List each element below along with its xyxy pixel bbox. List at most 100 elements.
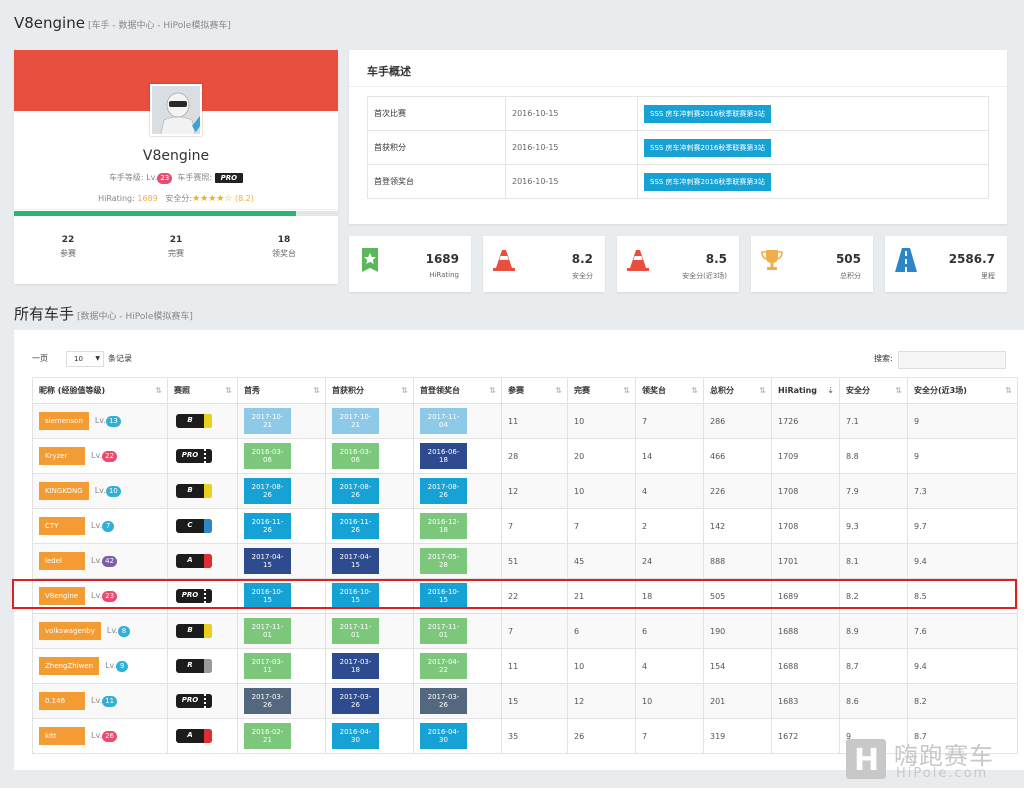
- date-cell: 2016-12-18: [413, 508, 502, 544]
- race-date-button[interactable]: 2017-08-26: [420, 478, 467, 504]
- sort-icon[interactable]: ⇅: [225, 386, 232, 395]
- search-input[interactable]: [898, 351, 1006, 369]
- driver-name-button[interactable]: ledel: [39, 552, 85, 570]
- table-row[interactable]: 0.146 Lv. 11 PRO 2017-03-26 2017-03-26 2017-03…: [32, 683, 1018, 719]
- driver-name-button[interactable]: CTY: [39, 517, 85, 535]
- stat-cell: 7.1: [839, 403, 908, 439]
- race-date-button[interactable]: 2016-11-26: [244, 513, 291, 539]
- race-date-button[interactable]: 2017-08-26: [244, 478, 291, 504]
- race-date-button[interactable]: 2016-11-26: [332, 513, 379, 539]
- column-header[interactable]: 昵称 (经验值等级) ⇅: [32, 377, 168, 404]
- sort-icon[interactable]: ⇅: [313, 386, 320, 395]
- driver-name-button[interactable]: ZhengZhiwen: [39, 657, 100, 675]
- column-header[interactable]: 总积分 ⇅: [703, 377, 772, 404]
- driver-name-button[interactable]: volkswagenby: [39, 622, 101, 640]
- race-date-button[interactable]: 2017-04-22: [420, 653, 467, 679]
- column-header[interactable]: 领奖台 ⇅: [635, 377, 704, 404]
- race-date-button[interactable]: 2016-04-30: [420, 723, 467, 749]
- avatar[interactable]: [150, 84, 202, 136]
- sort-icon[interactable]: ⇅: [1005, 386, 1012, 395]
- column-header[interactable]: 首获积分 ⇅: [325, 377, 414, 404]
- date-cell: 2017-10-21: [237, 403, 326, 439]
- race-date-button[interactable]: 2017-11-01: [420, 618, 467, 644]
- driver-name-button[interactable]: kitt: [39, 727, 85, 745]
- table-row[interactable]: Kryzer Lv. 22 PRO 2016-03-06 2016-03-06 2016-0…: [32, 438, 1018, 474]
- race-date-button[interactable]: 2016-03-06: [332, 443, 379, 469]
- column-header[interactable]: 完赛 ⇅: [567, 377, 636, 404]
- race-date-button[interactable]: 2017-03-26: [332, 688, 379, 714]
- level-badge: 9: [116, 661, 129, 672]
- sort-icon[interactable]: ⇅: [155, 386, 162, 395]
- race-date-button[interactable]: 2017-11-01: [244, 618, 291, 644]
- driver-level: Lv. 13: [95, 416, 121, 427]
- safety-label: 安全分:: [165, 194, 193, 203]
- stat-cell: 7: [635, 718, 704, 754]
- race-date-button[interactable]: 2017-03-26: [420, 688, 467, 714]
- driver-name-button[interactable]: Kryzer: [39, 447, 85, 465]
- driver-cell: volkswagenby Lv. 8: [32, 613, 168, 649]
- page-breadcrumb: [车手 - 数据中心 - HiPole模拟赛车]: [87, 21, 231, 31]
- stat-cell: 7.9: [839, 473, 908, 509]
- table-row[interactable]: CTY Lv. 7 C 2016-11-26 2016-11-26 2016-12-18 7 7…: [32, 508, 1018, 544]
- race-date-button[interactable]: 2017-10-21: [332, 408, 379, 434]
- column-header[interactable]: 安全分(近3场) ⇅: [907, 377, 1018, 404]
- driver-name-button[interactable]: siemenson: [39, 412, 89, 430]
- driver-name-button[interactable]: KINGKONG: [39, 482, 89, 500]
- date-cell: 2016-03-06: [237, 438, 326, 474]
- column-header[interactable]: 安全分 ⇅: [839, 377, 908, 404]
- license-cell: A: [167, 718, 238, 754]
- race-date-button[interactable]: 2017-04-15: [244, 548, 291, 574]
- date-cell: 2017-04-22: [413, 648, 502, 684]
- race-date-button[interactable]: 2017-05-28: [420, 548, 467, 574]
- stat-cell: 20: [567, 438, 636, 474]
- date-cell: 2016-02-21: [237, 718, 326, 754]
- stat-cell: 10: [567, 648, 636, 684]
- sort-icon[interactable]: ⇅: [895, 386, 902, 395]
- race-date-button[interactable]: 2017-03-11: [244, 653, 291, 679]
- race-date-button[interactable]: 2016-12-18: [420, 513, 467, 539]
- race-date-button[interactable]: 2016-02-21: [244, 723, 291, 749]
- table-row[interactable]: siemenson Lv. 13 B 2017-10-21 2017-10-21 2017-…: [32, 403, 1018, 439]
- race-date-button[interactable]: 2017-08-26: [332, 478, 379, 504]
- race-date-button[interactable]: 2016-04-30: [332, 723, 379, 749]
- stat-box-value: 8.5: [705, 252, 727, 266]
- sort-icon[interactable]: ⇅: [691, 386, 698, 395]
- date-cell: 2017-03-26: [413, 683, 502, 719]
- page-length-select[interactable]: 10 ▼: [66, 351, 104, 367]
- table-row[interactable]: ledel Lv. 42 A 2017-04-15 2017-04-15 2017-05-2…: [32, 543, 1018, 579]
- sort-icon[interactable]: ⇣: [827, 386, 834, 395]
- race-date-button[interactable]: 2016-03-06: [244, 443, 291, 469]
- driver-name-button[interactable]: 0.146: [39, 692, 85, 710]
- race-date-button[interactable]: 2017-10-21: [244, 408, 291, 434]
- race-date-button[interactable]: 2017-03-18: [332, 653, 379, 679]
- table-row[interactable]: ZhengZhiwen Lv. 9 R 2017-03-11 2017-03-18 2017…: [32, 648, 1018, 684]
- sort-icon[interactable]: ⇅: [759, 386, 766, 395]
- event-link-button[interactable]: SSS 房车冲刺赛2016秋季联赛第3站: [644, 138, 771, 157]
- table-row[interactable]: KINGKONG Lv. 10 B 2017-08-26 2017-08-26 2017-0…: [32, 473, 1018, 509]
- race-date-button[interactable]: 2017-11-01: [332, 618, 379, 644]
- sort-icon[interactable]: ⇅: [623, 386, 630, 395]
- race-date-button[interactable]: 2017-11-04: [420, 408, 467, 434]
- stat-cell: 9.4: [907, 543, 1018, 579]
- sort-icon[interactable]: ⇅: [489, 386, 496, 395]
- stat-value: 21: [169, 235, 183, 245]
- event-link-button[interactable]: SSS 房车冲刺赛2016秋季联赛第3站: [644, 104, 771, 123]
- driver-cell: ZhengZhiwen Lv. 9: [32, 648, 168, 684]
- column-header[interactable]: 赛照 ⇅: [167, 377, 238, 404]
- column-header[interactable]: 首秀 ⇅: [237, 377, 326, 404]
- column-header[interactable]: HiRating ⇣: [771, 377, 840, 404]
- stat-cell: 4: [635, 648, 704, 684]
- table-row[interactable]: volkswagenby Lv. 8 B 2017-11-01 2017-11-01 201…: [32, 613, 1018, 649]
- column-header[interactable]: 首登领奖台 ⇅: [413, 377, 502, 404]
- date-cell: 2016-11-26: [237, 508, 326, 544]
- column-header[interactable]: 参赛 ⇅: [501, 377, 568, 404]
- race-date-button[interactable]: 2017-03-26: [244, 688, 291, 714]
- race-date-button[interactable]: 2016-06-18: [420, 443, 467, 469]
- logo-letter: H: [854, 743, 880, 778]
- sort-icon[interactable]: ⇅: [555, 386, 562, 395]
- event-link-button[interactable]: SSS 房车冲刺赛2016秋季联赛第3站: [644, 172, 771, 191]
- driver-cell: CTY Lv. 7: [32, 508, 168, 544]
- sort-icon[interactable]: ⇅: [401, 386, 408, 395]
- column-header-label: 领奖台: [642, 386, 666, 395]
- race-date-button[interactable]: 2017-04-15: [332, 548, 379, 574]
